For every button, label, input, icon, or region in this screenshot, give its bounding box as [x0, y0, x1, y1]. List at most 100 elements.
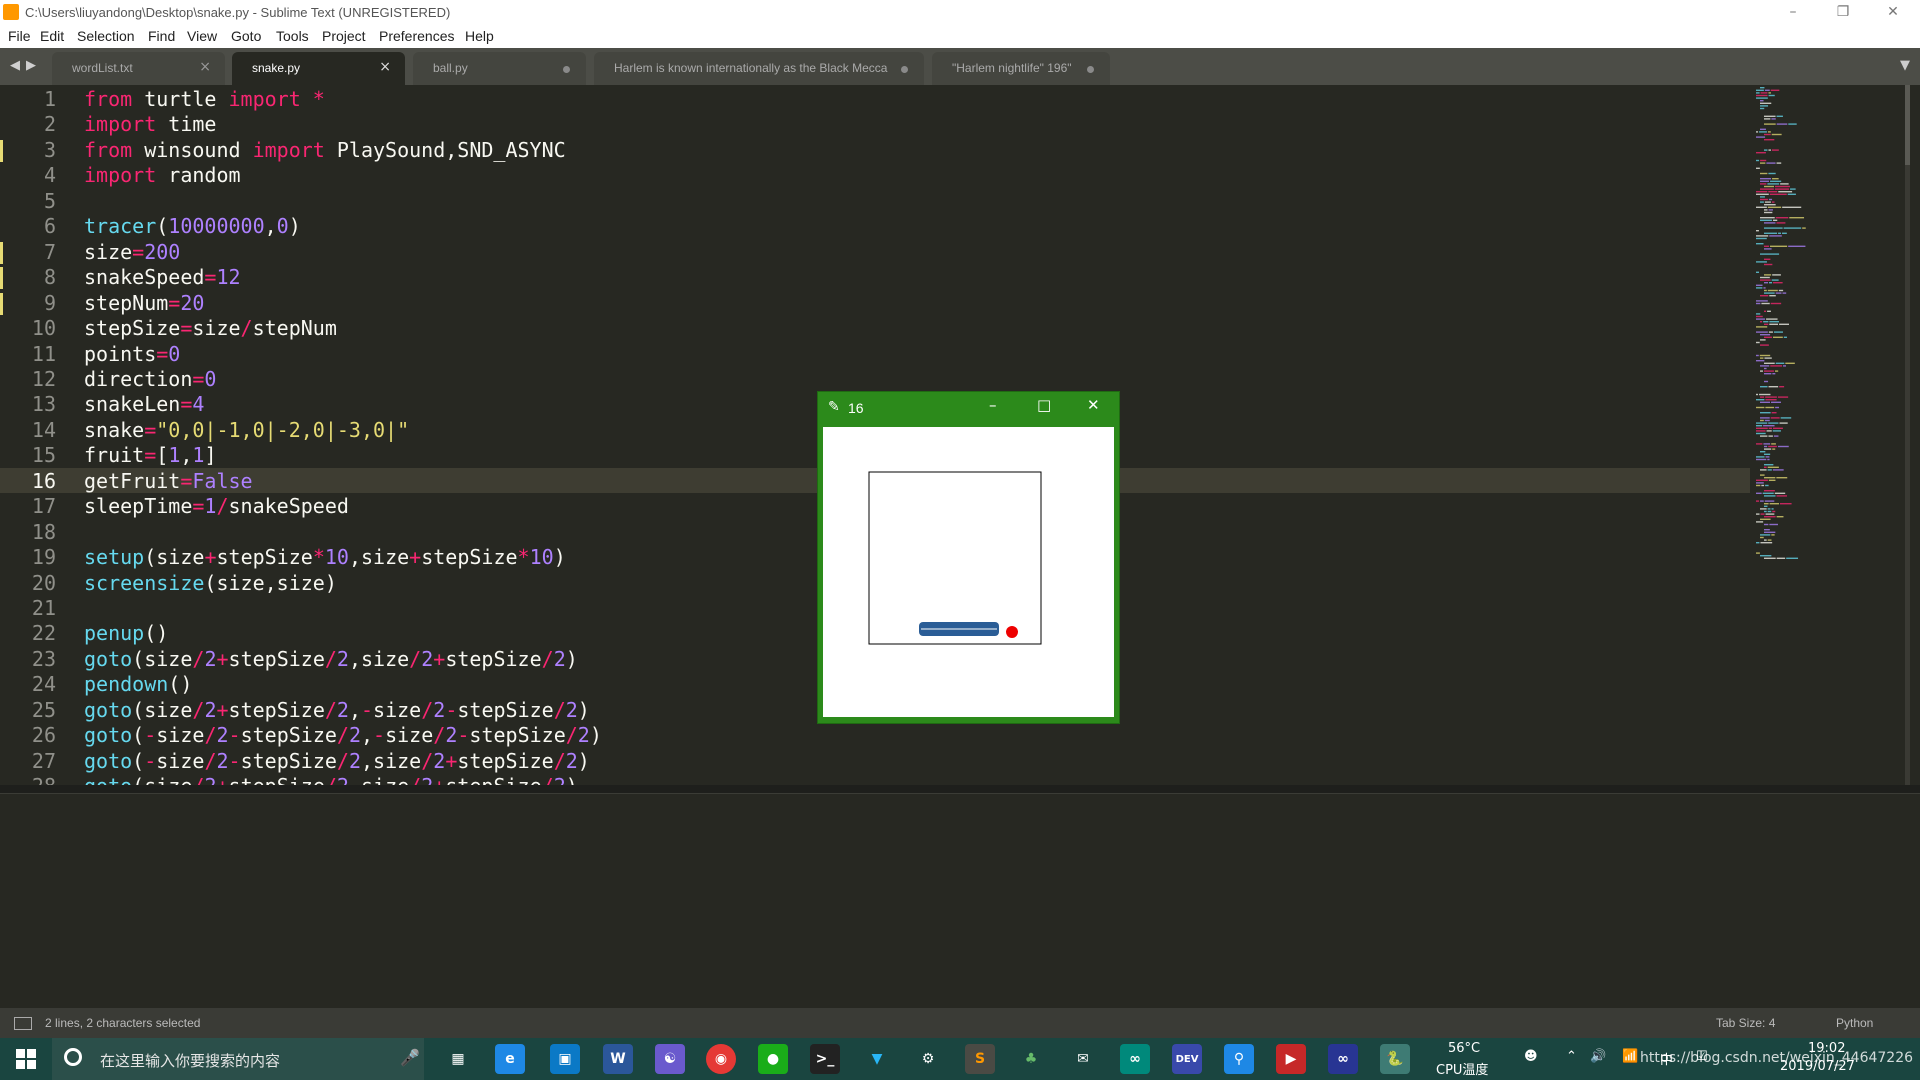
python-idle-icon[interactable]: 🐍: [1380, 1044, 1410, 1074]
unsaved-dot-icon[interactable]: [1087, 66, 1094, 73]
turtle-canvas[interactable]: [823, 427, 1114, 717]
tab-label: "Harlem nightlife" 196": [952, 61, 1072, 75]
code-token: (size: [144, 545, 205, 570]
tab-list-dropdown-icon[interactable]: ▼: [1900, 58, 1910, 73]
terminal-icon[interactable]: >_: [810, 1044, 840, 1074]
edge-icon[interactable]: e: [495, 1044, 525, 1074]
minimap-stroke: [1778, 191, 1793, 193]
store-icon[interactable]: ▣: [550, 1044, 580, 1074]
tab-forward-icon[interactable]: ▶: [26, 58, 36, 73]
minimap-stroke: [1771, 534, 1775, 536]
vertical-scrollbar[interactable]: [1905, 85, 1910, 785]
people-icon[interactable]: ☻: [1524, 1049, 1538, 1064]
minimap[interactable]: [1750, 85, 1910, 785]
minimap-stroke: [1768, 435, 1773, 437]
minimap-stroke: [1764, 357, 1772, 359]
menu-view[interactable]: View: [187, 28, 217, 44]
minimap-stroke: [1765, 406, 1775, 409]
menu-file[interactable]: File: [8, 28, 31, 44]
code-line: points=0: [84, 342, 180, 367]
menu-project[interactable]: Project: [322, 28, 366, 44]
minimap-stroke: [1772, 430, 1781, 432]
restore-icon[interactable]: ❐: [1820, 0, 1866, 26]
menu-tools[interactable]: Tools: [276, 28, 309, 44]
clover-icon[interactable]: ♣: [1016, 1044, 1046, 1074]
tab-harlem-mecca[interactable]: Harlem is known internationally as the B…: [594, 52, 924, 85]
dev-cpp-icon[interactable]: DEV: [1172, 1044, 1202, 1074]
minimap-stroke: [1780, 503, 1792, 505]
tab-back-icon[interactable]: ◀: [10, 58, 20, 73]
close-icon[interactable]: ✕: [1870, 0, 1916, 26]
minimize-icon[interactable]: –: [989, 396, 997, 414]
paint-icon[interactable]: ☯: [655, 1044, 685, 1074]
unsaved-dot-icon[interactable]: [563, 66, 570, 73]
code-token: +: [216, 697, 229, 722]
close-icon[interactable]: ×: [199, 59, 211, 75]
minimap-stroke: [1756, 331, 1768, 333]
vpn-icon[interactable]: ▼: [862, 1044, 892, 1074]
minimap-stroke: [1769, 321, 1779, 323]
code-token: /: [192, 774, 204, 785]
microphone-icon[interactable]: 🎤: [400, 1048, 420, 1067]
minimap-stroke: [1756, 159, 1760, 162]
syntax-status[interactable]: Python: [1836, 1016, 1873, 1030]
maximize-icon[interactable]: □: [1037, 396, 1051, 414]
cortana-icon[interactable]: [64, 1048, 82, 1066]
code-token: =: [180, 392, 193, 417]
tab-wordlist[interactable]: wordList.txt ×: [52, 52, 225, 85]
close-icon[interactable]: ×: [379, 59, 391, 75]
chrome-icon[interactable]: ◉: [706, 1044, 736, 1074]
code-token: 2: [216, 748, 229, 773]
line-number: 2: [43, 112, 56, 137]
minimize-icon[interactable]: –: [1770, 0, 1816, 26]
panel-toggle-icon[interactable]: [14, 1017, 32, 1030]
minimap-stroke: [1763, 425, 1775, 427]
code-token: stepNum: [252, 316, 337, 341]
unsaved-dot-icon[interactable]: [901, 66, 908, 73]
tab-snake[interactable]: snake.py ×: [232, 52, 405, 85]
minimap-stroke: [1756, 341, 1760, 344]
windows-start-icon[interactable]: [16, 1049, 36, 1069]
menu-help[interactable]: Help: [465, 28, 494, 44]
menu-preferences[interactable]: Preferences: [379, 28, 454, 44]
tab-size-status[interactable]: Tab Size: 4: [1716, 1016, 1775, 1030]
task-view-icon[interactable]: ▦: [443, 1044, 473, 1074]
tab-ball[interactable]: ball.py: [413, 52, 586, 85]
settings-gear-icon[interactable]: ⚙: [913, 1044, 943, 1074]
arduino-icon[interactable]: ∞: [1120, 1044, 1150, 1074]
turtle-window[interactable]: ✎ 16 – □ ✕: [817, 391, 1120, 724]
menu-edit[interactable]: Edit: [40, 28, 64, 44]
code-line: getFruit=False: [84, 469, 253, 494]
search-app-icon[interactable]: ⚲: [1224, 1044, 1254, 1074]
code-token: =: [168, 290, 181, 315]
code-token: 2: [216, 723, 229, 748]
sublime-text-taskbar-icon[interactable]: S: [965, 1044, 995, 1074]
tray-expand-icon[interactable]: ⌃: [1566, 1049, 1577, 1064]
minimap-stroke: [1775, 217, 1789, 219]
taskbar-search[interactable]: 在这里输入你要搜索的内容 🎤: [52, 1038, 424, 1080]
minimap-stroke: [1756, 542, 1760, 544]
mail-icon[interactable]: ✉: [1068, 1044, 1098, 1074]
visual-studio-icon[interactable]: ∞: [1328, 1044, 1358, 1074]
code-token: /: [324, 646, 337, 671]
word-icon[interactable]: W: [603, 1044, 633, 1074]
close-icon[interactable]: ✕: [1087, 396, 1100, 414]
code-token: ,size: [348, 646, 410, 671]
minimap-stroke: [1776, 115, 1783, 117]
code-token: stepSize: [228, 646, 325, 671]
volume-icon[interactable]: 🔊: [1590, 1049, 1606, 1064]
menu-selection[interactable]: Selection: [77, 28, 135, 44]
network-icon[interactable]: 📶: [1622, 1049, 1638, 1064]
code-token: size: [84, 239, 133, 264]
video-app-icon[interactable]: ▶: [1276, 1044, 1306, 1074]
wechat-icon[interactable]: ●: [758, 1044, 788, 1074]
minimap-stroke: [1779, 323, 1790, 325]
code-token: /: [421, 748, 434, 773]
menu-goto[interactable]: Goto: [231, 28, 261, 44]
output-panel[interactable]: [0, 793, 1920, 1009]
menu-find[interactable]: Find: [148, 28, 175, 44]
code-token: stepSize: [457, 748, 554, 773]
scrollbar-thumb[interactable]: [1905, 85, 1910, 165]
tab-harlem-nightlife[interactable]: "Harlem nightlife" 196": [932, 52, 1110, 85]
panel-divider[interactable]: [0, 785, 1920, 793]
